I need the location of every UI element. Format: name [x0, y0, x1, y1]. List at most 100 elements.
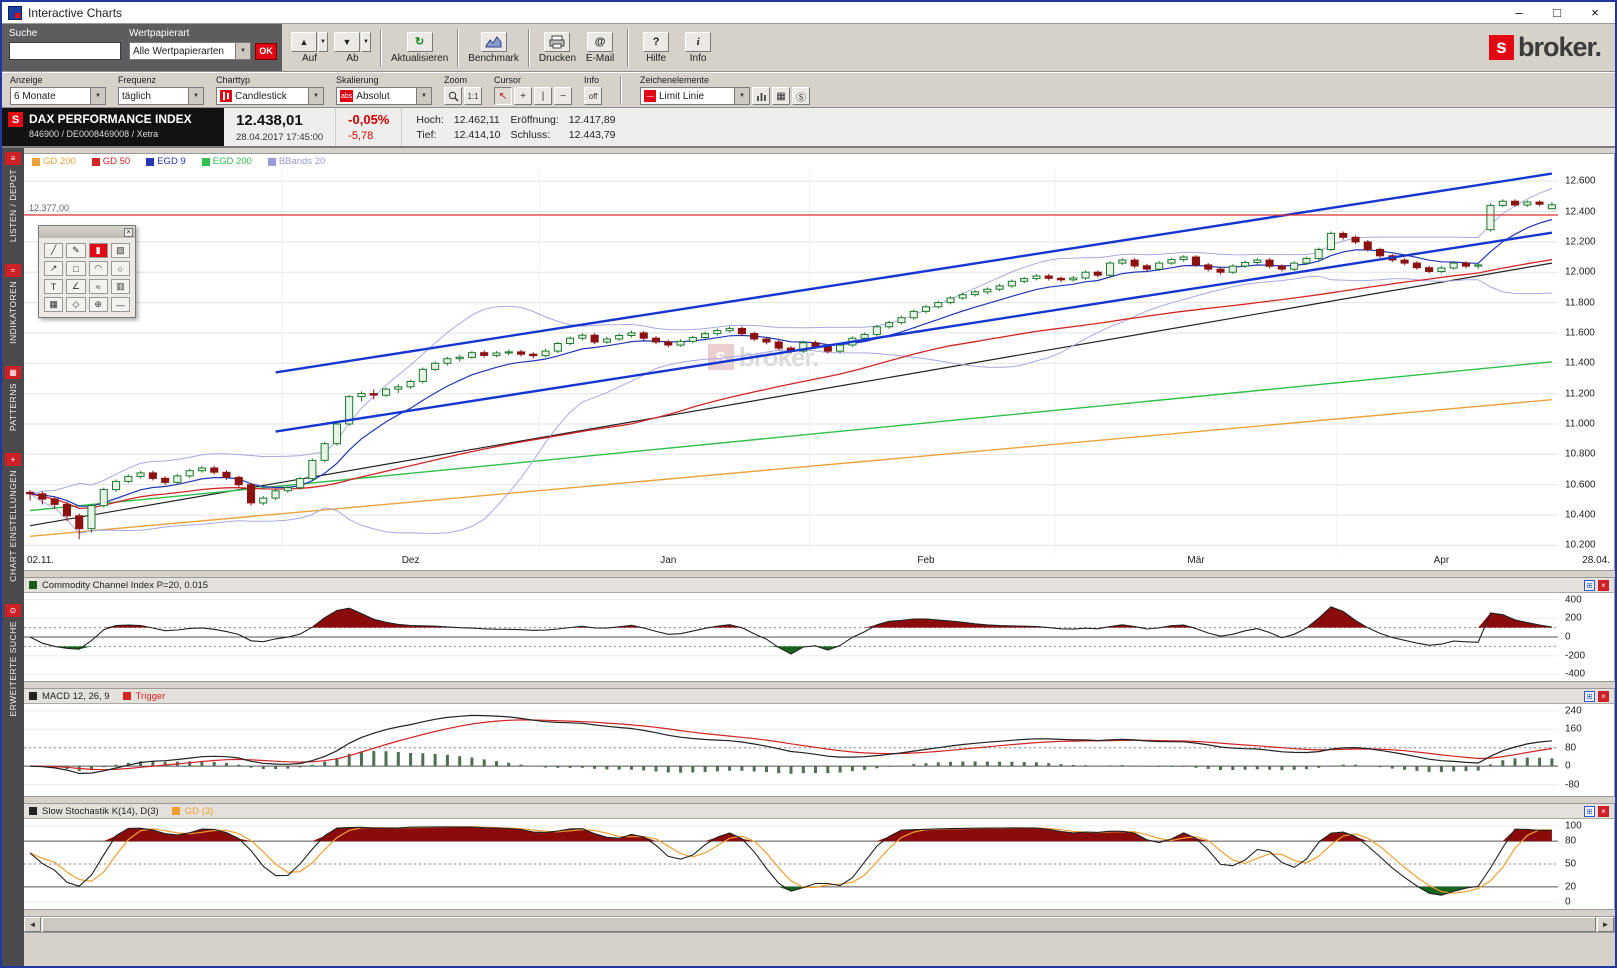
- palette-tool[interactable]: ◠: [88, 261, 108, 276]
- legend-item-egd9[interactable]: EGD 9: [146, 156, 186, 167]
- grid-button[interactable]: ▦: [772, 87, 790, 105]
- sidebar-item-chart-einstellungen[interactable]: + CHART EINSTELLUNGEN: [2, 453, 24, 582]
- refresh-button[interactable]: ↻ Aktualisieren: [388, 31, 451, 64]
- info-button[interactable]: i Info: [677, 31, 719, 64]
- maximize-button[interactable]: □: [1543, 5, 1571, 20]
- sidebar-item-patterns[interactable]: ▦ PATTERNS: [2, 365, 24, 431]
- print-button[interactable]: Drucken: [536, 31, 579, 64]
- chart-content: GD 200 GD 50 EGD 9 EGD 200 BBands 20 s b…: [24, 148, 1615, 966]
- cursor-pointer-button[interactable]: ↖: [494, 87, 512, 105]
- drawing-tools-palette[interactable]: × ╱ ✎ ▮ ▨ ↗ □ ◠ ○ T ∠ ≈ ▥ ▦ ◇ ⊕ —: [38, 225, 136, 318]
- palette-tool[interactable]: T: [44, 279, 64, 294]
- legend-item-gd50[interactable]: GD 50: [91, 156, 130, 167]
- palette-tool[interactable]: ╱: [44, 243, 64, 258]
- palette-tool[interactable]: ⊕: [88, 297, 108, 312]
- axis-tick-label: -400: [1565, 668, 1586, 680]
- anzeige-group: Anzeige 6 Monate ▼: [10, 75, 106, 105]
- cursor-vline-button[interactable]: |: [534, 87, 552, 105]
- instrument-identity: S DAX PERFORMANCE INDEX 846900 / DE00084…: [2, 108, 224, 146]
- pattern-icon: ▦: [5, 365, 21, 379]
- x-axis-label: Jan: [660, 555, 677, 566]
- sidebar-item-erweiterte-suche[interactable]: ⊙ ERWEITERTE SUCHE: [2, 603, 24, 716]
- palette-titlebar[interactable]: ×: [39, 226, 135, 238]
- palette-tool[interactable]: ◇: [66, 297, 86, 312]
- ok-button[interactable]: OK: [255, 42, 277, 60]
- scroll-left-button[interactable]: ◄: [24, 917, 41, 932]
- bbands-swatch: [267, 157, 276, 166]
- skalierung-select[interactable]: abs Absolut ▼: [336, 87, 432, 105]
- palette-tool[interactable]: ▥: [110, 279, 130, 294]
- ab-button[interactable]: ▼ ▼ Ab: [331, 31, 374, 64]
- palette-tool[interactable]: □: [66, 261, 86, 276]
- stochastic-plot[interactable]: [24, 819, 1558, 909]
- scroll-right-button[interactable]: ►: [1597, 917, 1614, 932]
- search-icon: ⊙: [5, 603, 21, 617]
- palette-close-button[interactable]: ×: [124, 227, 133, 237]
- axis-tick-label: -80: [1565, 779, 1580, 790]
- palette-tool[interactable]: ○: [110, 261, 130, 276]
- cci-plot[interactable]: [24, 593, 1558, 681]
- sbroker-s-icon: s: [1488, 35, 1514, 60]
- legend-item-egd200[interactable]: EGD 200: [201, 156, 252, 167]
- anzeige-select[interactable]: 6 Monate ▼: [10, 87, 106, 105]
- macd-plot[interactable]: [24, 704, 1558, 796]
- zeichenelemente-select[interactable]: — Limit Linie ▼: [640, 87, 750, 105]
- window-title: Interactive Charts: [28, 5, 123, 20]
- close-button[interactable]: ×: [1581, 5, 1609, 20]
- axis-tick-label: 20: [1565, 881, 1577, 893]
- ohlc-block: Hoch: 12.462,11 Eröffnung: 12.417,89 Tie…: [402, 108, 629, 146]
- macd-axis: 240 160 80 0 -80: [1558, 704, 1614, 796]
- legend-item-bbands[interactable]: BBands 20: [267, 156, 325, 167]
- minimize-button[interactable]: –: [1505, 5, 1533, 20]
- cci-settings-icon[interactable]: ⊞: [1584, 579, 1595, 591]
- palette-tool[interactable]: ↗: [44, 261, 64, 276]
- schluss-value: 12.443,79: [568, 128, 616, 141]
- settings-s-button[interactable]: Ⓢ: [792, 87, 810, 105]
- palette-tool[interactable]: ✎: [66, 243, 86, 258]
- axis-tick-label: 50: [1565, 858, 1577, 870]
- palette-tool[interactable]: ▨: [110, 243, 130, 258]
- macd-settings-icon[interactable]: ⊞: [1584, 690, 1595, 702]
- palette-tool[interactable]: ∠: [66, 279, 86, 294]
- scrollbar-thumb[interactable]: [42, 917, 1596, 932]
- question-icon: ?: [643, 31, 670, 52]
- zoom-icon[interactable]: [444, 87, 462, 105]
- auf-button[interactable]: ▲ ▼ Auf: [288, 31, 331, 64]
- stochastic-close-button[interactable]: ×: [1598, 805, 1609, 817]
- axis-tick-label: 11.000: [1565, 418, 1595, 430]
- search-input[interactable]: [9, 42, 121, 60]
- instrument-change-block: -0,05% -5,78: [336, 108, 403, 146]
- stochastic-settings-icon[interactable]: ⊞: [1584, 805, 1595, 817]
- sidebar-item-listen-depot[interactable]: ≡ LISTEN / DEPOT: [2, 152, 24, 242]
- axis-tick-label: 11.400: [1565, 357, 1595, 369]
- axis-tick-label: 240: [1565, 705, 1582, 717]
- charttyp-select[interactable]: Candlestick ▼: [216, 87, 324, 105]
- email-button[interactable]: @ E-Mail: [579, 31, 621, 64]
- frequenz-select[interactable]: täglich ▼: [118, 87, 204, 105]
- benchmark-button[interactable]: Benchmark: [465, 31, 522, 64]
- horizontal-scrollbar[interactable]: ◄ ►: [24, 916, 1615, 933]
- search-label: Suche: [9, 28, 38, 39]
- palette-tool[interactable]: ▦: [44, 297, 64, 312]
- help-button[interactable]: ? Hilfe: [635, 31, 677, 64]
- info-off-button[interactable]: off: [584, 87, 602, 105]
- cci-axis: 400 200 0 -200 -400: [1558, 593, 1614, 681]
- chart-columns-button[interactable]: [752, 87, 770, 105]
- cursor-hline-button[interactable]: −: [554, 87, 572, 105]
- cci-close-button[interactable]: ×: [1598, 579, 1609, 591]
- legend-item-gd200[interactable]: GD 200: [32, 156, 76, 167]
- macd-close-button[interactable]: ×: [1598, 690, 1609, 702]
- separator: [620, 76, 622, 104]
- palette-tool[interactable]: ▮: [88, 243, 108, 258]
- zoom-1-1-button[interactable]: 1:1: [464, 87, 482, 105]
- chevron-down-icon[interactable]: ▼: [361, 31, 371, 52]
- palette-tool[interactable]: ≈: [88, 279, 108, 294]
- palette-tool[interactable]: —: [110, 297, 130, 312]
- axis-tick-label: 0: [1565, 896, 1571, 908]
- wertpapierart-select[interactable]: Alle Wertpapierarten ▼: [129, 42, 251, 60]
- change-absolute: -5,78: [348, 130, 374, 142]
- sidebar-item-indikatoren[interactable]: ≈ INDIKATOREN: [2, 264, 24, 344]
- cursor-cross-button[interactable]: +: [514, 87, 532, 105]
- chevron-down-icon[interactable]: ▼: [318, 31, 328, 52]
- main-chart-plot[interactable]: 12.377,00: [24, 169, 1558, 553]
